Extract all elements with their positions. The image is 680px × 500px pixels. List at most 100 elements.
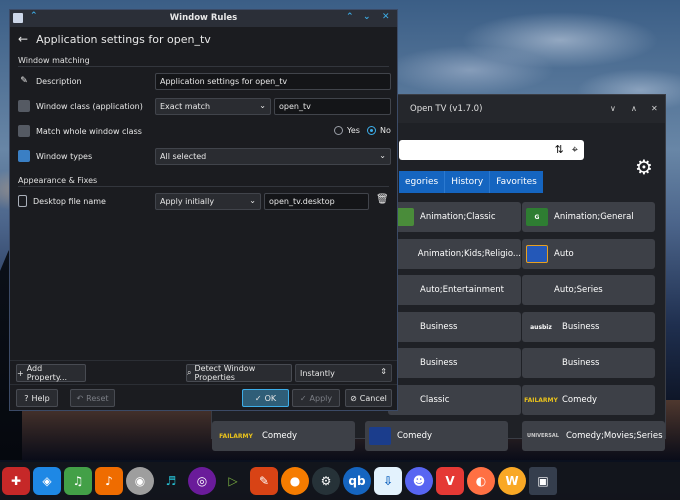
- divider: [18, 186, 389, 187]
- failarmy-logo: FAILARMY: [524, 396, 558, 404]
- back-arrow-icon[interactable]: ←: [18, 32, 28, 46]
- window-class-icon: [18, 100, 30, 112]
- steam-icon[interactable]: ⚙: [312, 467, 340, 495]
- plus-icon: +: [17, 368, 24, 378]
- channel-logo: [526, 245, 548, 263]
- channel-item[interactable]: ausbiz Business: [522, 312, 655, 342]
- channel-item[interactable]: Animation;Kids;Religio...: [388, 239, 521, 269]
- cancel-icon: ⊘: [350, 393, 357, 403]
- window-switcher-icon[interactable]: ▣: [529, 467, 557, 495]
- audio-player-icon[interactable]: ♬: [157, 467, 185, 495]
- tab-history[interactable]: History: [444, 171, 490, 193]
- help-button[interactable]: ? Help: [16, 389, 58, 407]
- chevron-down-icon[interactable]: ∨: [610, 104, 616, 113]
- dialog-title: Window Rules: [169, 13, 238, 23]
- sort-icon[interactable]: ⇅: [555, 143, 564, 157]
- channel-item[interactable]: FAILARMY Comedy: [212, 421, 355, 451]
- close-icon[interactable]: ✕: [382, 12, 390, 22]
- pencil-tools-icon[interactable]: ✎: [250, 467, 278, 495]
- channel-item[interactable]: Auto;Series: [522, 275, 655, 305]
- radio-yes[interactable]: [334, 126, 343, 135]
- wps-icon[interactable]: W: [498, 467, 526, 495]
- channel-item[interactable]: Animation;Classic: [388, 202, 521, 232]
- disc-icon[interactable]: ◉: [126, 467, 154, 495]
- detect-delay-select[interactable]: Instantly ⇕: [295, 364, 392, 382]
- chevron-up-icon[interactable]: ∧: [631, 104, 637, 113]
- chevron-up-icon[interactable]: ⌃: [346, 12, 354, 22]
- channel-logo: G: [526, 208, 548, 226]
- filter-tag-icon[interactable]: ⌖: [572, 143, 578, 157]
- match-whole-no-radio[interactable]: No: [367, 126, 391, 135]
- channel-logo: [526, 281, 548, 299]
- channel-item[interactable]: FAILARMY Comedy: [522, 385, 655, 415]
- opentv-search-input[interactable]: ⇅ ⌖: [399, 140, 584, 160]
- download-icon[interactable]: ⇩: [374, 467, 402, 495]
- music-note-icon[interactable]: ♪: [95, 467, 123, 495]
- apply-button[interactable]: ✓ Apply: [292, 389, 340, 407]
- ausbiz-logo: ausbiz: [530, 323, 552, 331]
- divider: [10, 360, 397, 361]
- media-disc-icon[interactable]: ◎: [188, 467, 216, 495]
- page-title: Application settings for open_tv: [36, 32, 211, 46]
- match-whole-icon: [18, 125, 30, 137]
- chevron-down-icon[interactable]: ⌄: [363, 12, 371, 22]
- channel-item[interactable]: Auto: [522, 239, 655, 269]
- channel-item[interactable]: Business: [388, 312, 521, 342]
- page-header: ← Application settings for open_tv: [10, 27, 397, 51]
- vivaldi-icon[interactable]: V: [436, 467, 464, 495]
- window-class-match-select[interactable]: Exact match ⌄: [155, 98, 271, 115]
- trash-icon[interactable]: 🗑: [376, 194, 389, 205]
- tag-icon[interactable]: ◈: [33, 467, 61, 495]
- window-types-select[interactable]: All selected ⌄: [155, 148, 391, 165]
- taskbar: ✚ ◈ ♫ ♪ ◉ ♬ ◎ ▷ ✎ ● ⚙ qb ⇩ ☻ V ◐ W ▣: [0, 462, 680, 500]
- window-rules-dialog[interactable]: ⌃ Window Rules ⌃ ⌄ ✕ ← Application setti…: [9, 9, 398, 411]
- play-icon[interactable]: ▷: [219, 467, 247, 495]
- universal-logo: UNIVERSAL: [527, 433, 559, 439]
- channel-item[interactable]: Classic: [388, 385, 521, 415]
- spinner-icon: ⇕: [380, 367, 387, 376]
- window-types-icon: [18, 150, 30, 162]
- search-icon: ⌕: [187, 368, 192, 377]
- anydesk-icon[interactable]: ✚: [2, 467, 30, 495]
- add-property-button[interactable]: + Add Property...: [16, 364, 86, 382]
- check-icon: ✓: [299, 393, 307, 403]
- detect-window-properties-button[interactable]: ⌕ Detect Window Properties: [186, 364, 292, 382]
- section-window-matching: Window matching: [18, 56, 90, 65]
- chevron-down-icon: ⌄: [379, 151, 386, 160]
- channel-item[interactable]: UNIVERSAL Comedy;Movies;Series: [522, 421, 665, 451]
- desktop-file-input[interactable]: open_tv.desktop: [264, 193, 369, 210]
- undo-icon: ↶: [76, 393, 84, 403]
- fruit-icon[interactable]: ●: [281, 467, 309, 495]
- channel-item[interactable]: Business: [522, 348, 655, 378]
- reset-button[interactable]: ↶ Reset: [70, 389, 115, 407]
- tab-favorites[interactable]: Favorites: [489, 171, 543, 193]
- tab-categories[interactable]: egories: [399, 171, 445, 193]
- discord-icon[interactable]: ☻: [405, 467, 433, 495]
- help-icon: ?: [24, 393, 29, 403]
- failarmy-logo: FAILARMY: [219, 432, 253, 440]
- divider: [18, 66, 389, 67]
- check-icon: ✓: [254, 393, 262, 403]
- description-input[interactable]: Application settings for open_tv: [155, 73, 391, 90]
- radio-no[interactable]: [367, 126, 376, 135]
- channel-item[interactable]: G Animation;General: [522, 202, 655, 232]
- section-appearance: Appearance & Fixes: [18, 176, 98, 185]
- channel-item[interactable]: Business: [388, 348, 521, 378]
- divider: [10, 384, 397, 385]
- music-icon[interactable]: ♫: [64, 467, 92, 495]
- window-class-input[interactable]: open_tv: [274, 98, 391, 115]
- channel-logo: [369, 427, 391, 445]
- channel-item[interactable]: Auto;Entertainment: [388, 275, 521, 305]
- cancel-button[interactable]: ⊘ Cancel: [345, 389, 392, 407]
- dialog-titlebar[interactable]: ⌃ Window Rules ⌃ ⌄ ✕: [10, 10, 397, 27]
- pencil-icon: ✎: [20, 76, 28, 86]
- match-whole-yes-radio[interactable]: Yes: [334, 126, 360, 135]
- channel-item[interactable]: Comedy: [365, 421, 508, 451]
- qbittorrent-icon[interactable]: qb: [343, 467, 371, 495]
- close-icon[interactable]: ✕: [651, 104, 658, 113]
- desktop-file-policy-select[interactable]: Apply initially ⌄: [155, 193, 261, 210]
- ok-button[interactable]: ✓ OK: [242, 389, 289, 407]
- opentv-tabs: egories History Favorites: [399, 171, 543, 193]
- gear-icon[interactable]: ⚙: [635, 155, 653, 179]
- firefox-icon[interactable]: ◐: [467, 467, 495, 495]
